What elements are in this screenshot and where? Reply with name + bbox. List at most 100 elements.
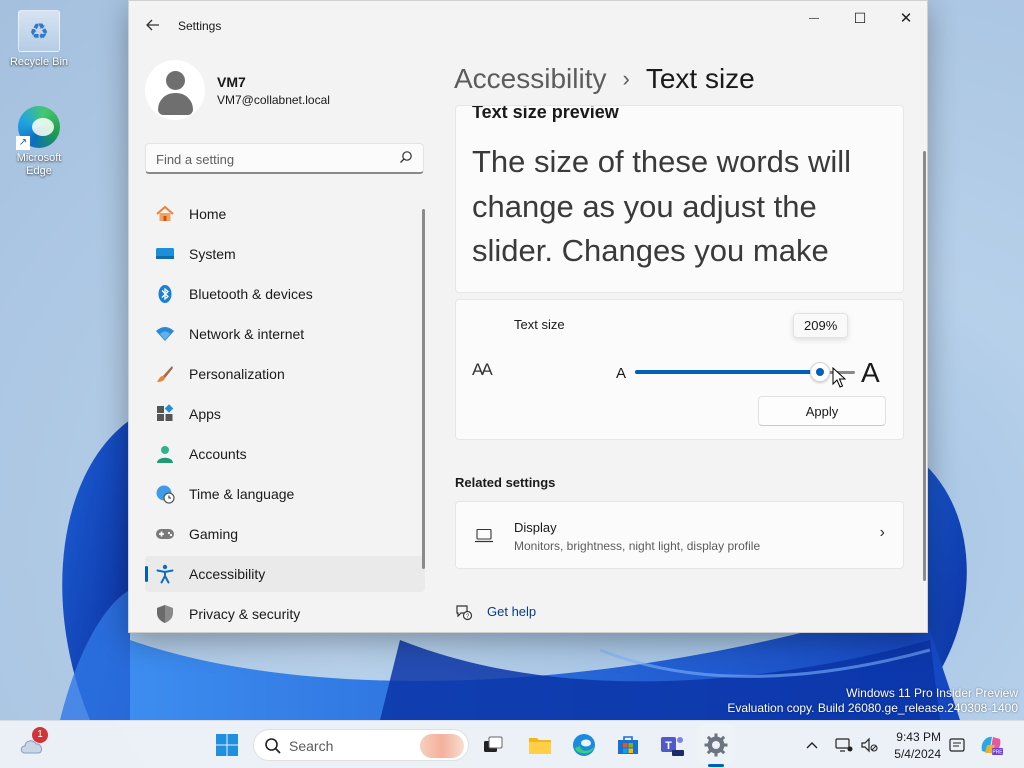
sidebar-item-accounts[interactable]: Accounts <box>145 436 425 472</box>
task-view-button[interactable] <box>477 729 509 761</box>
sidebar-item-label: Time & language <box>189 486 295 502</box>
close-icon: ✕ <box>899 10 913 27</box>
sidebar-item-label: Privacy & security <box>189 606 301 622</box>
brush-icon <box>155 364 175 384</box>
clock-time[interactable]: 9:43 PM <box>893 730 941 744</box>
sidebar-item-accessibility[interactable]: Accessibility <box>145 556 425 592</box>
svg-text:T: T <box>665 740 672 752</box>
large-a-glyph: A <box>861 357 880 388</box>
text-size-label: Text size <box>514 317 565 332</box>
system-icon <box>155 244 175 264</box>
maximize-button[interactable]: ☐ <box>837 1 883 35</box>
sidebar-item-gaming[interactable]: Gaming <box>145 516 425 552</box>
help-icon: ? <box>456 605 473 621</box>
sidebar-item-label: Home <box>189 206 227 222</box>
store-button[interactable] <box>612 729 644 761</box>
avatar[interactable] <box>145 60 205 120</box>
display-title: Display <box>514 520 557 535</box>
volume-button[interactable] <box>853 729 885 761</box>
breadcrumb-parent[interactable]: Accessibility <box>454 63 606 95</box>
small-a-glyph: A <box>616 365 627 382</box>
settings-taskbar-button[interactable] <box>700 729 732 761</box>
back-arrow-icon <box>146 19 159 31</box>
close-button[interactable]: ✕ <box>883 1 927 35</box>
title-bar[interactable]: Settings — ☐ ✕ <box>129 1 927 49</box>
sidebar-item-label: Apps <box>189 406 221 422</box>
recycle-bin-icon <box>18 10 60 52</box>
sidebar-item-label: Network & internet <box>189 326 305 342</box>
back-button[interactable] <box>141 13 165 37</box>
sidebar-item-privacy[interactable]: Privacy & security <box>145 596 425 632</box>
user-email: VM7@collabnet.local <box>217 93 330 107</box>
accessibility-icon <box>155 564 175 584</box>
apply-button[interactable]: Apply <box>758 396 886 426</box>
sidebar-item-apps[interactable]: Apps <box>145 396 425 432</box>
page-title: Text size <box>645 63 755 94</box>
taskbar-search-label: Search <box>289 738 334 754</box>
slider-value-tooltip: 209% <box>793 313 849 338</box>
copilot-button[interactable]: PRE <box>975 729 1007 761</box>
sidebar-item-system[interactable]: System <box>145 236 425 272</box>
watermark-line-2: Evaluation copy. Build 26080.ge_release.… <box>727 701 1018 715</box>
sidebar-scrollbar[interactable] <box>422 209 425 569</box>
text-size-slider[interactable] <box>635 362 855 382</box>
sidebar-item-bluetooth[interactable]: Bluetooth & devices <box>145 276 425 312</box>
sidebar-item-time-language[interactable]: Time & language <box>145 476 425 512</box>
shield-icon <box>155 604 175 624</box>
minimize-icon: — <box>809 12 819 24</box>
speaker-muted-icon <box>861 737 878 753</box>
slider-thumb[interactable] <box>809 362 830 382</box>
bluetooth-icon <box>155 284 175 304</box>
search-box[interactable] <box>145 143 424 174</box>
recycle-bin-shortcut[interactable]: Recycle Bin <box>1 10 77 69</box>
teams-icon: T <box>661 737 684 756</box>
network-icon <box>835 738 853 752</box>
search-input[interactable] <box>156 150 386 168</box>
search-icon[interactable] <box>399 150 413 164</box>
sidebar-item-label: System <box>189 246 236 262</box>
sidebar-item-label: Gaming <box>189 526 239 542</box>
sidebar-item-personalization[interactable]: Personalization <box>145 356 425 392</box>
start-button[interactable] <box>211 729 243 761</box>
evaluation-watermark: Windows 11 Pro Insider Preview Evaluatio… <box>727 686 1018 716</box>
notifications-button[interactable] <box>941 729 973 761</box>
chevron-right-icon: › <box>879 524 885 541</box>
globe-clock-icon <box>155 484 175 504</box>
store-icon <box>618 736 638 754</box>
wifi-icon <box>155 324 175 344</box>
copilot-icon: PRE <box>981 736 1003 756</box>
get-help-link[interactable]: Get help <box>487 604 536 619</box>
file-explorer-button[interactable] <box>524 729 556 761</box>
taskbar-search[interactable]: Search <box>253 729 469 761</box>
teams-button[interactable]: T <box>656 729 688 761</box>
edge-label: Microsoft Edge <box>16 152 62 177</box>
user-name: VM7 <box>217 74 246 90</box>
edge-icon <box>573 734 595 756</box>
display-settings-link[interactable]: Display Monitors, brightness, night ligh… <box>455 501 904 569</box>
text-size-preview-card: Text size preview The size of these word… <box>455 105 904 293</box>
home-icon <box>155 204 175 224</box>
app-title: Settings <box>178 19 222 33</box>
chevron-up-icon <box>806 742 818 749</box>
minimize-button[interactable]: — <box>791 1 837 35</box>
recycle-bin-label: Recycle Bin <box>9 56 69 68</box>
sidebar-item-label: Accounts <box>189 446 247 462</box>
edge-shortcut[interactable]: Microsoft Edge <box>1 106 77 178</box>
clock-date[interactable]: 5/4/2024 <box>893 747 941 761</box>
edge-button[interactable] <box>568 729 600 761</box>
windows-logo-icon <box>216 734 238 756</box>
show-hidden-icons-button[interactable] <box>796 729 828 761</box>
sidebar-item-label: Accessibility <box>189 566 266 582</box>
settings-window: Settings — ☐ ✕ VM7 VM7@collabnet.local H… <box>128 0 928 633</box>
preview-heading: Text size preview <box>472 105 619 122</box>
content-scrollbar[interactable] <box>923 151 926 581</box>
display-subtitle: Monitors, brightness, night light, displ… <box>514 539 761 553</box>
breadcrumb: Accessibility › Text size <box>454 59 755 99</box>
sidebar-item-home[interactable]: Home <box>145 196 425 232</box>
sidebar-item-network[interactable]: Network & internet <box>145 316 425 352</box>
svg-text:PRE: PRE <box>992 750 1003 756</box>
watermark-line-1: Windows 11 Pro Insider Preview <box>846 686 1018 700</box>
sidebar-item-label: Bluetooth & devices <box>189 286 313 302</box>
weather-widget[interactable]: 1 <box>16 727 48 761</box>
notification-bell-icon <box>949 738 965 752</box>
